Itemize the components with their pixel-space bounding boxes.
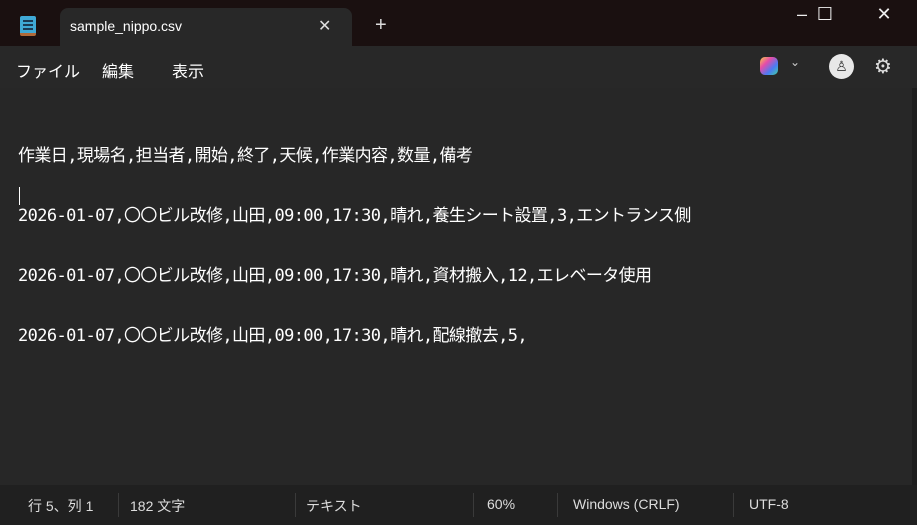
text-line: 2026-01-07,〇〇ビル改修,山田,09:00,17:30,晴れ,資材搬入… (18, 266, 652, 286)
menu-file[interactable]: ファイル (16, 58, 80, 82)
divider (473, 493, 474, 517)
text-line: 2026-01-07,〇〇ビル改修,山田,09:00,17:30,晴れ,養生シー… (18, 206, 691, 226)
new-tab-button[interactable]: + (375, 14, 387, 37)
divider (557, 493, 558, 517)
text-line: 2026-01-07,〇〇ビル改修,山田,09:00,17:30,晴れ,配線撤去… (18, 326, 528, 346)
char-count: 182 文字 (130, 498, 186, 514)
text-editor[interactable]: 作業日,現場名,担当者,開始,終了,天候,作業内容,数量,備考 2026-01-… (0, 88, 912, 485)
cursor-position: 行 5、列 1 (28, 498, 94, 514)
close-tab-icon[interactable]: ✕ (318, 16, 331, 36)
line-ending[interactable]: Windows (CRLF) (573, 496, 680, 512)
encoding[interactable]: UTF-8 (749, 496, 789, 512)
copilot-icon[interactable] (760, 57, 778, 75)
text-caret (19, 187, 20, 205)
menu-view[interactable]: 表示 (172, 58, 204, 82)
tab-title: sample_nippo.csv (70, 18, 183, 34)
divider (295, 493, 296, 517)
file-type: テキスト (306, 498, 362, 514)
account-avatar[interactable]: ♙ (829, 54, 854, 79)
close-window-button[interactable]: ✕ (861, 4, 907, 25)
tab-sample-nippo[interactable]: sample_nippo.csv ✕ (60, 8, 352, 46)
menu-bar: ファイル 編集 表示 (0, 46, 917, 88)
status-bar: 行 5、列 1 182 文字 テキスト 60% Windows (CRLF) U… (0, 485, 917, 525)
text-line: 作業日,現場名,担当者,開始,終了,天候,作業内容,数量,備考 (18, 146, 473, 166)
notepad-app-icon (20, 16, 36, 36)
zoom-level[interactable]: 60% (487, 496, 515, 512)
divider (118, 493, 119, 517)
vertical-scrollbar[interactable] (912, 88, 917, 485)
chevron-down-icon[interactable]: ⌄ (790, 55, 800, 69)
maximize-button[interactable]: ☐ (802, 4, 848, 25)
title-bar: sample_nippo.csv ✕ + – ☐ ✕ (0, 0, 917, 46)
menu-edit[interactable]: 編集 (102, 58, 134, 82)
settings-gear-icon[interactable]: ⚙ (874, 54, 892, 79)
divider (733, 493, 734, 517)
